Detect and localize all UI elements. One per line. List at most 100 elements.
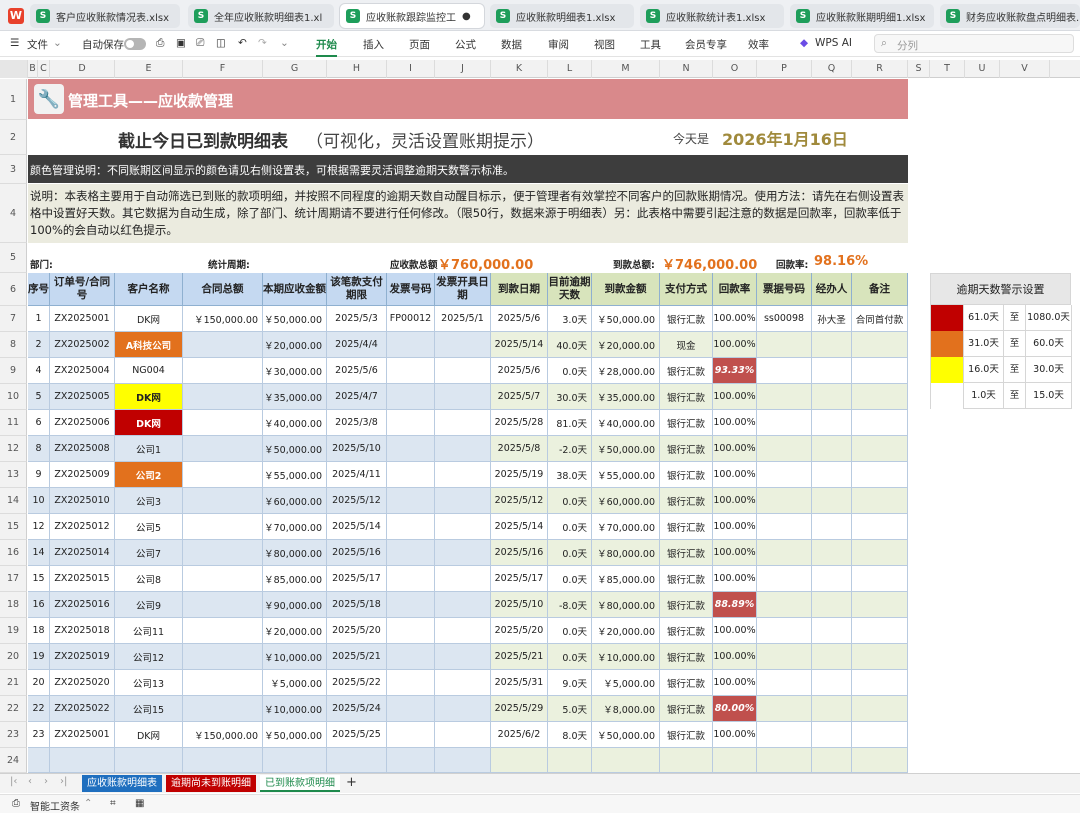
row-header[interactable]: 15 [0,514,27,540]
row-header[interactable]: 6 [0,273,27,306]
row-header[interactable]: 20 [0,644,27,670]
more-chevron-icon[interactable]: ⌄ [280,37,289,49]
search-box[interactable]: ⌕ 分列 [874,34,1074,53]
menu-tab[interactable]: 工具 [640,37,661,52]
menu-tab[interactable]: 开始 [316,37,337,57]
row-header[interactable]: 13 [0,462,27,488]
table-cell-rate: 100.00% [713,410,757,436]
row-header[interactable]: 14 [0,488,27,514]
column-header[interactable]: V [1000,60,1050,78]
doc-tab[interactable]: S 全年应收账款明细表1.xl [188,4,334,28]
cloud-icon[interactable]: ⎙ [156,37,164,50]
row-header[interactable]: 1 [0,79,27,120]
menu-tab[interactable]: 公式 [455,37,476,52]
row-header[interactable]: 9 [0,358,27,384]
menu-tab[interactable]: 页面 [409,37,430,52]
undo-icon[interactable]: ↶ [238,37,247,49]
last-sheet-icon[interactable]: ›| [60,776,67,787]
sheet-view-icon[interactable]: ▦ [135,798,144,809]
row-header[interactable]: 22 [0,696,27,722]
file-menu[interactable]: 文件 [27,37,48,52]
print-icon[interactable]: ⎚ [196,37,204,50]
table-cell-inv_no [387,696,435,722]
smart-payslip-button[interactable]: 智能工资条 [30,798,80,813]
column-header[interactable]: N [660,60,713,78]
row-header[interactable]: 16 [0,540,27,566]
row-header[interactable]: 11 [0,410,27,436]
redo-icon[interactable]: ↷ [258,37,267,49]
column-header[interactable]: Q [812,60,852,78]
legend-color-swatch [931,305,964,331]
column-header[interactable]: G [263,60,327,78]
payslip-icon[interactable]: ⎙ [12,798,20,809]
column-header[interactable]: J [435,60,491,78]
row-header[interactable]: 18 [0,592,27,618]
row-header[interactable]: 17 [0,566,27,592]
column-header[interactable]: I [387,60,435,78]
sheet-tab[interactable]: 应收账款明细表 [82,775,162,792]
menu-tab[interactable]: 数据 [501,37,522,52]
column-header[interactable]: E [115,60,183,78]
sheet-tab[interactable]: 逾期尚未到账明细 [166,775,256,792]
chevron-up-icon[interactable]: ⌃ [84,798,92,809]
row-header[interactable]: 5 [0,243,27,273]
macro-icon[interactable]: ⌗ [110,798,116,809]
column-header[interactable]: T [930,60,965,78]
next-sheet-icon[interactable]: › [44,776,48,787]
wps-logo-icon[interactable]: W [8,8,24,24]
table-cell-due_date: 2025/5/21 [327,644,387,670]
column-header[interactable]: D [50,60,115,78]
row-header[interactable]: 3 [0,155,27,184]
row-header[interactable]: 12 [0,436,27,462]
select-all-corner[interactable] [0,60,28,78]
menu-tab[interactable]: 会员专享 [685,37,727,52]
table-cell-handler [812,644,852,670]
column-header[interactable]: L [548,60,592,78]
menu-tab[interactable]: 插入 [363,37,384,52]
column-header[interactable]: C [38,60,50,78]
table-cell-paid_date: 2025/5/19 [491,462,548,488]
search-input[interactable]: 分列 [897,38,918,53]
column-header[interactable]: S [908,60,930,78]
column-header[interactable]: M [592,60,660,78]
chevron-down-icon[interactable]: ⌄ [53,37,62,49]
menu-tab[interactable]: 视图 [594,37,615,52]
row-header[interactable]: 7 [0,306,27,332]
doc-tab[interactable]: S 应收账款账期明细1.xlsx [790,4,934,28]
column-header[interactable]: F [183,60,263,78]
row-header[interactable]: 10 [0,384,27,410]
doc-tab[interactable]: S 应收账款跟踪监控工 ● [340,4,484,28]
first-sheet-icon[interactable]: |‹ [10,776,17,787]
doc-tab[interactable]: S 客户应收账款情况表.xlsx [30,4,180,28]
column-header[interactable]: B [28,60,38,78]
autosave-toggle[interactable] [124,38,146,50]
table-cell-overdue: 8.0天 [548,722,592,748]
doc-tab[interactable]: S 应收账款明细表1.xlsx [490,4,634,28]
row-header[interactable]: 23 [0,722,27,748]
column-header[interactable]: U [965,60,1000,78]
save-icon[interactable]: ▣ [176,37,186,49]
row-header[interactable]: 19 [0,618,27,644]
wps-ai-button[interactable]: WPS AI [815,37,852,49]
doc-tab[interactable]: S 应收账款统计表1.xlsx [640,4,784,28]
row-header[interactable]: 2 [0,120,27,155]
column-header[interactable]: P [757,60,812,78]
row-header[interactable]: 24 [0,748,27,773]
column-header[interactable]: R [852,60,908,78]
menu-tab[interactable]: 审阅 [548,37,569,52]
row-header[interactable]: 8 [0,332,27,358]
sheet-tab[interactable]: 已到账款项明细 [260,775,340,792]
menu-tab[interactable]: 效率 [748,37,769,52]
table-cell-inv_no [387,436,435,462]
row-header[interactable]: 4 [0,184,27,243]
menu-icon[interactable]: ☰ [10,37,19,49]
prev-sheet-icon[interactable]: ‹ [28,776,32,787]
column-header[interactable]: O [713,60,757,78]
column-header[interactable]: H [327,60,387,78]
table-cell-client: 公司3 [115,488,183,514]
row-header[interactable]: 21 [0,670,27,696]
preview-icon[interactable]: ◫ [216,37,226,49]
add-sheet-icon[interactable]: + [346,775,357,790]
column-header[interactable]: K [491,60,548,78]
doc-tab[interactable]: S 财务应收账款盘点明细表. [940,4,1080,28]
